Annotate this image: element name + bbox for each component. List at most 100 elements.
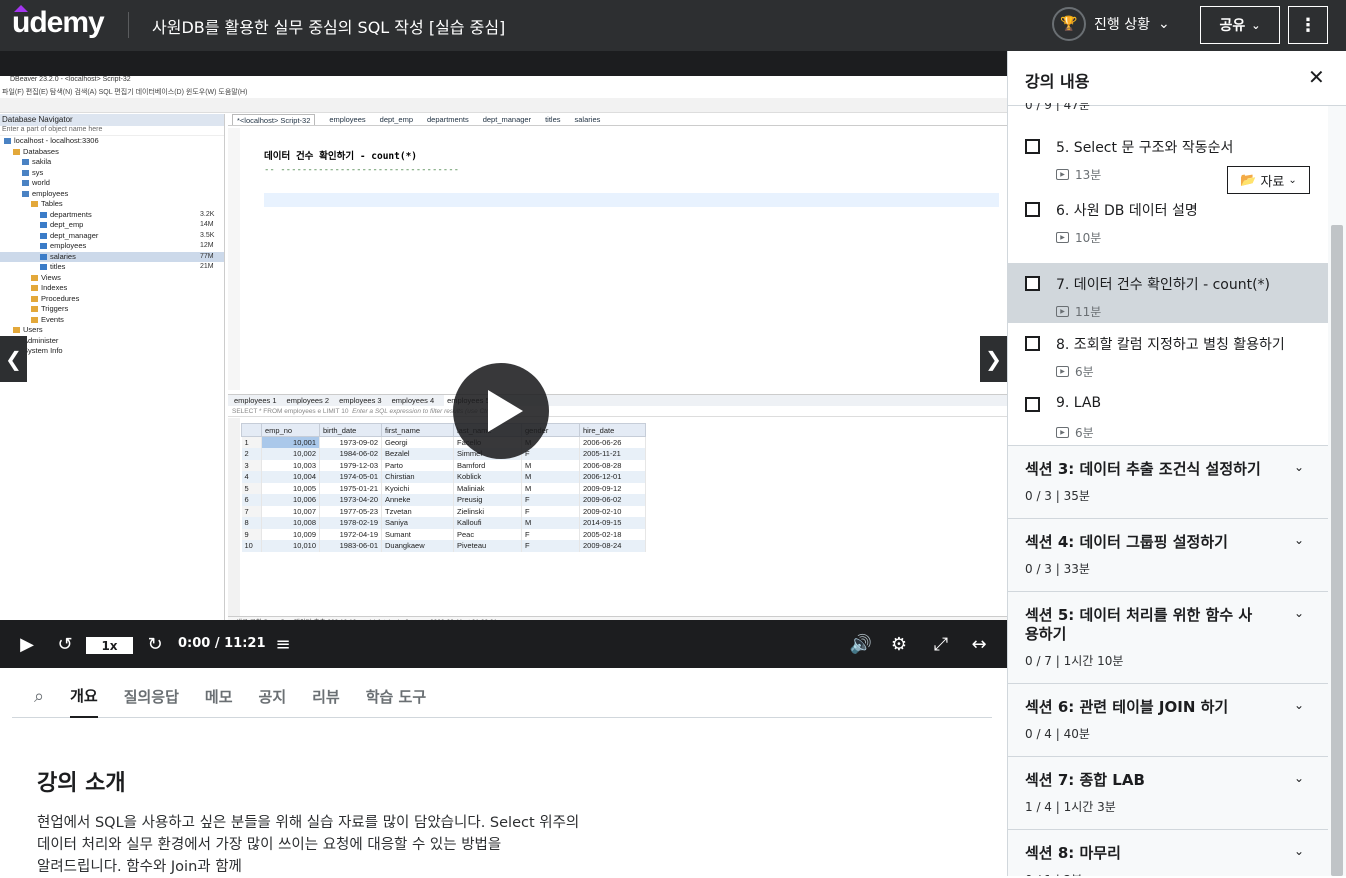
sidebar-scroll-thumb[interactable] xyxy=(1331,225,1343,876)
result-tab[interactable]: employees 2 xyxy=(287,395,330,406)
tab-reviews[interactable]: 리뷰 xyxy=(312,676,340,718)
table-cell[interactable]: 2006-06-26 xyxy=(579,436,646,448)
table-cell[interactable]: 2005-02-18 xyxy=(579,528,646,540)
table-cell[interactable]: 2009-09-12 xyxy=(579,482,646,494)
checkbox[interactable] xyxy=(1025,397,1040,412)
table-cell[interactable]: F xyxy=(521,494,580,506)
table-row[interactable]: 3 10,003 1979-12-03 Parto Bamford M 2006-08-28 xyxy=(241,459,646,471)
close-icon[interactable]: ✕ xyxy=(1308,65,1325,89)
table-cell[interactable]: 10,003 xyxy=(261,459,320,471)
section-item[interactable]: 섹션 5: 데이터 처리를 위한 함수 사용하기 0 / 7 | 1시간 10분 ⌄ xyxy=(1008,591,1328,683)
section-item[interactable]: 섹션 7: 종합 LAB 1 / 4 | 1시간 3분 ⌄ xyxy=(1008,756,1328,829)
table-cell[interactable]: 10,002 xyxy=(261,448,320,460)
tab-notes[interactable]: 메모 xyxy=(205,676,233,718)
table-cell[interactable]: 10,009 xyxy=(261,528,320,540)
table-cell[interactable]: Kyoichi xyxy=(381,482,454,494)
table-cell[interactable]: Georgi xyxy=(381,436,454,448)
tree-node[interactable]: Views xyxy=(0,273,224,284)
tree-node[interactable]: sys xyxy=(0,168,224,179)
section-item[interactable]: 섹션 3: 데이터 추출 조건식 설정하기 0 / 3 | 35분 ⌄ xyxy=(1008,445,1328,518)
table-cell[interactable]: 1979-12-03 xyxy=(319,459,382,471)
table-cell[interactable]: Anneke xyxy=(381,494,454,506)
table-cell[interactable]: 1973-09-02 xyxy=(319,436,382,448)
result-tab[interactable]: employees 4 xyxy=(392,395,435,406)
share-button[interactable]: 공유 ⌄ xyxy=(1200,6,1280,44)
tree-node[interactable]: sakila xyxy=(0,157,224,168)
progress-button[interactable]: 🏆 진행 상황 ⌄ xyxy=(1052,6,1170,42)
tab-learning-tools[interactable]: 학습 도구 xyxy=(366,676,426,718)
editor-tab[interactable]: salaries xyxy=(575,114,601,125)
table-cell[interactable]: F xyxy=(521,528,580,540)
table-cell[interactable]: 2006-12-01 xyxy=(579,471,646,483)
table-cell[interactable]: 2009-08-24 xyxy=(579,540,646,552)
table-cell[interactable]: 10,004 xyxy=(261,471,320,483)
table-cell[interactable]: Parto xyxy=(381,459,454,471)
table-cell[interactable]: 2009-06-02 xyxy=(579,494,646,506)
section-item[interactable]: 섹션 6: 관련 테이블 JOIN 하기 0 / 4 | 40분 ⌄ xyxy=(1008,683,1328,756)
tree-node[interactable]: employees xyxy=(0,189,224,200)
play-control-button[interactable]: ▶ xyxy=(14,620,40,668)
result-tab[interactable]: employees 3 xyxy=(339,395,382,406)
table-cell[interactable]: Bamford xyxy=(453,459,522,471)
add-note-button[interactable]: ≡ xyxy=(270,620,296,668)
table-cell[interactable]: 2006-08-28 xyxy=(579,459,646,471)
table-row[interactable]: 10 10,010 1983-06-01 Duangkaew Piveteau F 2009… xyxy=(241,540,646,552)
table-cell[interactable]: 1983-06-01 xyxy=(319,540,382,552)
table-row[interactable]: 8 10,008 1978-02-19 Saniya Kalloufi M 2014-09-… xyxy=(241,517,646,529)
table-cell[interactable]: 2005-11-21 xyxy=(579,448,646,460)
table-cell[interactable]: 10,001 xyxy=(261,436,320,448)
table-cell[interactable]: 1977-05-23 xyxy=(319,505,382,517)
column-header[interactable]: emp_no xyxy=(261,423,320,437)
course-title[interactable]: 사원DB를 활용한 실무 중심의 SQL 작성 [실습 중심] xyxy=(152,14,505,38)
table-cell[interactable]: 1978-02-19 xyxy=(319,517,382,529)
tree-node[interactable]: dept_emp 14M xyxy=(0,220,224,231)
editor-tab[interactable]: dept_manager xyxy=(483,114,531,125)
table-cell[interactable]: Preusig xyxy=(453,494,522,506)
table-cell[interactable]: Duangkaew xyxy=(381,540,454,552)
more-options-button[interactable]: ⋮ xyxy=(1288,6,1328,44)
video-player[interactable]: DBeaver 23.2.0 - <localhost> Script-32 파… xyxy=(0,51,1007,668)
checkbox[interactable] xyxy=(1025,276,1040,291)
lecture-item[interactable]: 6. 사원 DB 데이터 설명 ▶ 10분 xyxy=(1008,189,1328,249)
tree-node[interactable]: titles 21M xyxy=(0,262,224,273)
table-cell[interactable]: 1972-04-19 xyxy=(319,528,382,540)
tree-node[interactable]: salaries 77M xyxy=(0,251,224,262)
table-cell[interactable]: Chirstian xyxy=(381,471,454,483)
search-icon[interactable]: ⌕ xyxy=(34,686,44,707)
tree-node[interactable]: localhost - localhost:3306 xyxy=(0,136,224,147)
tree-node[interactable]: Procedures xyxy=(0,294,224,305)
tab-overview[interactable]: 개요 xyxy=(70,676,98,718)
play-button[interactable] xyxy=(453,363,549,459)
table-cell[interactable]: M xyxy=(521,517,580,529)
table-cell[interactable]: Bezalel xyxy=(381,448,454,460)
tree-node[interactable]: Triggers xyxy=(0,304,224,315)
checkbox[interactable] xyxy=(1025,202,1040,217)
table-cell[interactable]: Peac xyxy=(453,528,522,540)
tree-node[interactable]: Events xyxy=(0,315,224,326)
tree-node[interactable]: dept_manager 3.5K xyxy=(0,231,224,242)
table-cell[interactable]: M xyxy=(521,482,580,494)
table-cell[interactable]: 2009-02-10 xyxy=(579,505,646,517)
rewind-button[interactable]: ↺ xyxy=(52,620,78,668)
udemy-logo[interactable]: udemy xyxy=(12,5,105,40)
table-cell[interactable]: 10,007 xyxy=(261,505,320,517)
table-row[interactable]: 110,0011973-09-02GeorgiFacelloM2006-06-2… xyxy=(241,436,646,448)
table-cell[interactable]: 10,005 xyxy=(261,482,320,494)
settings-button[interactable]: ⚙ xyxy=(886,620,912,668)
table-cell[interactable]: 10,008 xyxy=(261,517,320,529)
table-cell[interactable]: 2014-09-15 xyxy=(579,517,646,529)
tab-announcements[interactable]: 공지 xyxy=(259,676,287,718)
prev-lecture-button[interactable]: ❮ xyxy=(0,336,27,382)
lecture-item[interactable]: 7. 데이터 건수 확인하기 - count(*) ▶ 11분 xyxy=(1008,263,1328,323)
table-row[interactable]: 5 10,005 1975-01-21 Kyoichi Maliniak M 2009-09… xyxy=(241,482,646,494)
column-header[interactable]: hire_date xyxy=(579,423,646,437)
result-tab[interactable]: employees 1 xyxy=(234,395,277,406)
editor-tab[interactable]: employees xyxy=(329,114,365,125)
table-row[interactable]: 2 10,002 1984-06-02 Bezalel Simmel F 2005-11-2… xyxy=(241,448,646,460)
lecture-item[interactable]: 5. Select 문 구조와 작동순서 ▶ 13분 📂 자료 ⌄ xyxy=(1008,126,1328,194)
expand-button[interactable]: ↔ xyxy=(966,620,992,668)
table-cell[interactable]: 1975-01-21 xyxy=(319,482,382,494)
editor-tab[interactable]: departments xyxy=(427,114,469,125)
tree-node[interactable]: Indexes xyxy=(0,283,224,294)
checkbox[interactable] xyxy=(1025,336,1040,351)
